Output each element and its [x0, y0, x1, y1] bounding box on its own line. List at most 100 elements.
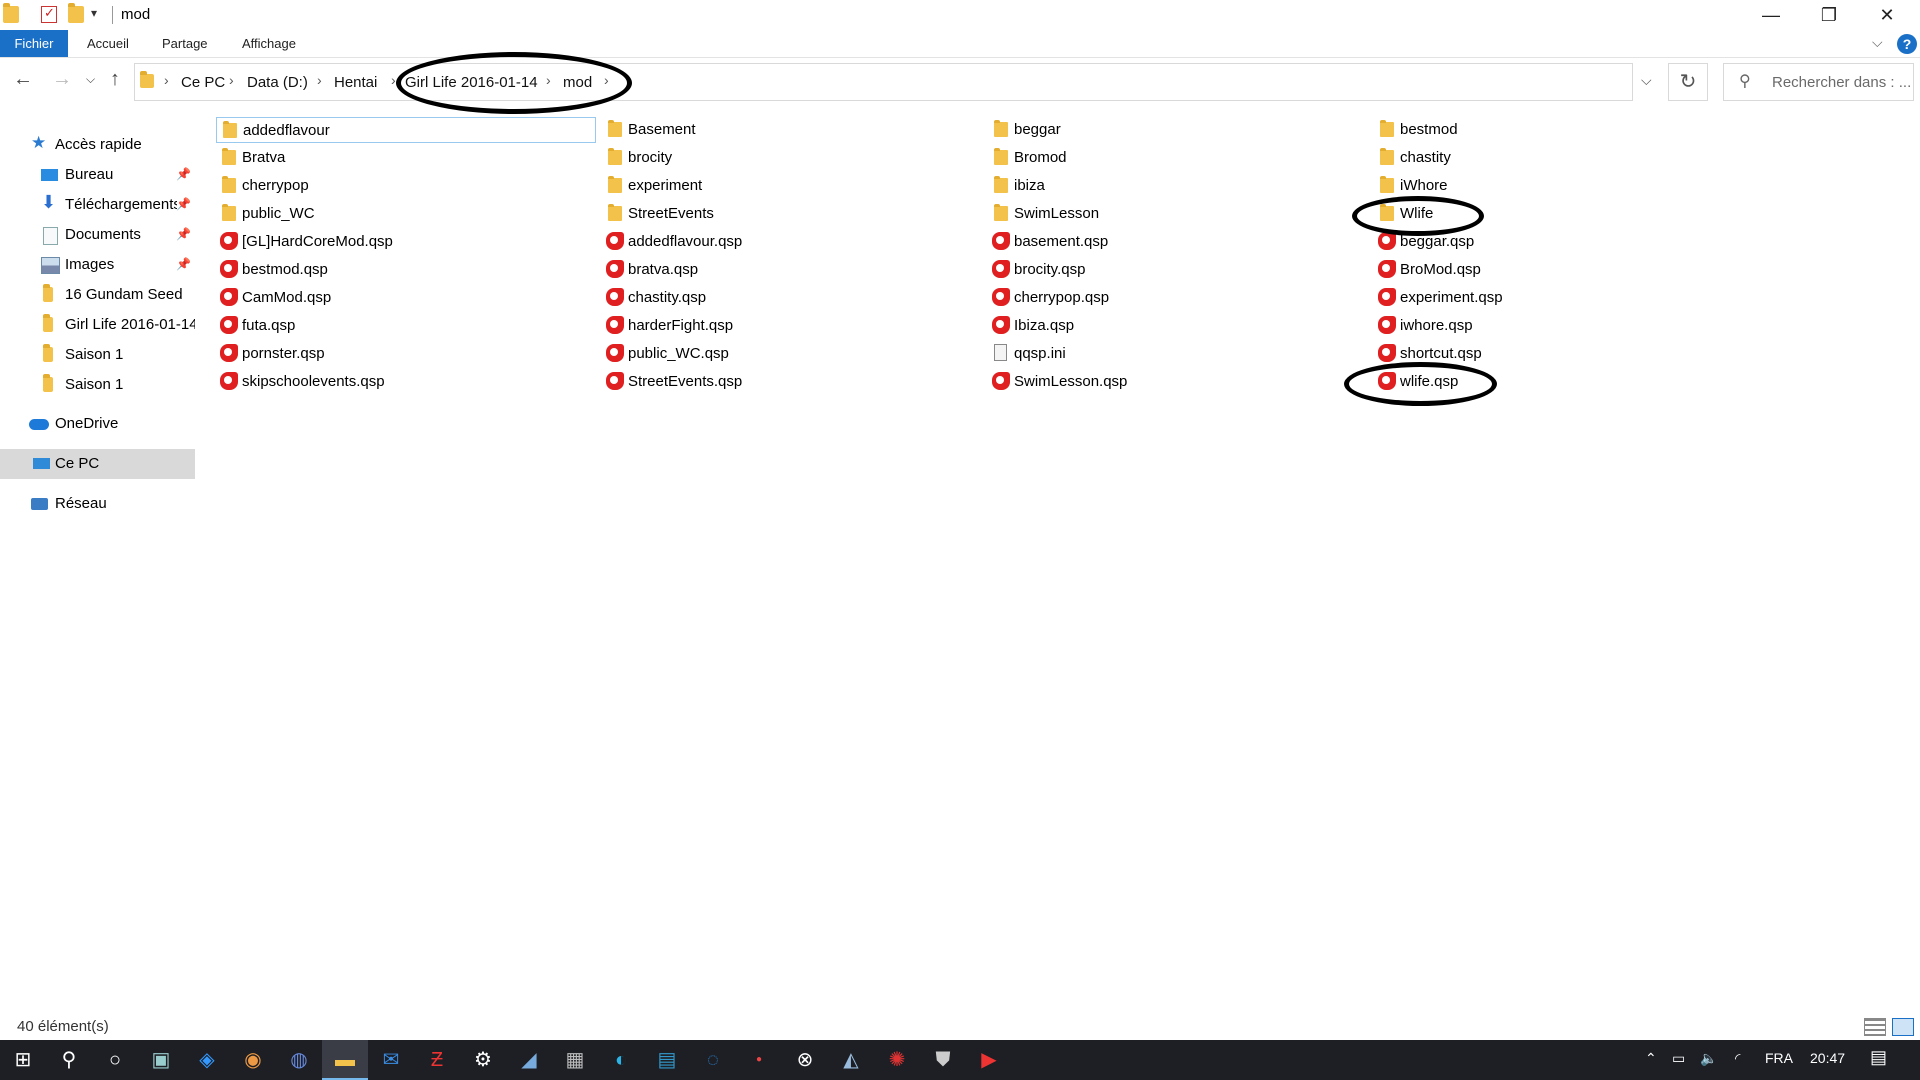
folder-item[interactable]: Basement — [602, 117, 982, 143]
tab-share[interactable]: Partage — [162, 30, 208, 57]
app-icon[interactable]: ◭ — [828, 1040, 874, 1080]
maximize-button[interactable]: ❐ — [1800, 0, 1858, 30]
breadcrumb-data-d[interactable]: Data (D:) — [247, 74, 308, 91]
chevron-right-icon[interactable]: › — [229, 72, 234, 88]
file-item[interactable]: experiment.qsp — [1374, 285, 1754, 311]
forward-arrow-icon[interactable]: → — [52, 68, 72, 91]
chevron-right-icon[interactable]: › — [317, 72, 322, 88]
sidebar-item-telechargements[interactable]: ⬇ Téléchargements 📌 — [0, 190, 195, 220]
folder-item[interactable]: Bratva — [216, 145, 596, 171]
folder-item[interactable]: ibiza — [988, 173, 1368, 199]
app-icon[interactable]: ✺ — [874, 1040, 920, 1080]
file-item[interactable]: qqsp.ini — [988, 341, 1368, 367]
up-arrow-icon[interactable]: ↑ — [110, 68, 120, 91]
folder-item[interactable]: addedflavour — [216, 117, 596, 143]
chrome-icon[interactable]: ◉ — [230, 1040, 276, 1080]
app-icon[interactable]: ⊗ — [782, 1040, 828, 1080]
file-item[interactable]: chastity.qsp — [602, 285, 982, 311]
sidebar-item-saison-1[interactable]: Saison 1 — [0, 340, 195, 370]
file-item[interactable]: bestmod.qsp — [216, 257, 596, 283]
minimize-button[interactable]: — — [1742, 0, 1800, 30]
folder-item[interactable]: beggar — [988, 117, 1368, 143]
folder-item[interactable]: chastity — [1374, 145, 1754, 171]
file-item[interactable]: skipschoolevents.qsp — [216, 369, 596, 395]
app-icon[interactable]: ◈ — [184, 1040, 230, 1080]
app-icon[interactable]: ● — [736, 1040, 782, 1080]
filezilla-icon[interactable]: Ƶ — [414, 1040, 460, 1080]
new-folder-icon[interactable] — [68, 3, 84, 23]
large-icons-view-button[interactable] — [1892, 1018, 1914, 1036]
close-button[interactable]: ✕ — [1858, 0, 1916, 30]
folder-item[interactable]: cherrypop — [216, 173, 596, 199]
clock[interactable]: 20:47 — [1810, 1050, 1845, 1066]
file-item[interactable]: futa.qsp — [216, 313, 596, 339]
volume-icon[interactable]: 🔈 — [1700, 1050, 1717, 1067]
file-item[interactable]: brocity.qsp — [988, 257, 1368, 283]
file-item[interactable]: basement.qsp — [988, 229, 1368, 255]
details-view-button[interactable] — [1864, 1018, 1886, 1036]
chevron-right-icon[interactable]: › — [391, 72, 396, 88]
wifi-icon[interactable]: ◜ — [1735, 1050, 1740, 1067]
battery-icon[interactable]: ▭ — [1672, 1050, 1685, 1067]
breadcrumb-ce-pc[interactable]: Ce PC — [181, 74, 225, 91]
folder-item[interactable]: public_WC — [216, 201, 596, 227]
tab-view[interactable]: Affichage — [242, 30, 296, 57]
ribbon-expand-icon[interactable]: ⌵ — [1872, 34, 1883, 51]
pin-icon[interactable]: 📌 — [176, 257, 191, 271]
tab-file[interactable]: Fichier — [0, 30, 68, 57]
settings-icon[interactable]: ⚙ — [460, 1040, 506, 1080]
mail-icon[interactable]: ✉ — [368, 1040, 414, 1080]
folder-item[interactable]: experiment — [602, 173, 982, 199]
sidebar-quick-access[interactable]: ★ Accès rapide — [0, 130, 195, 160]
calculator-icon[interactable]: ▦ — [552, 1040, 598, 1080]
folder-item[interactable]: StreetEvents — [602, 201, 982, 227]
file-item[interactable]: StreetEvents.qsp — [602, 369, 982, 395]
sidebar-item-reseau[interactable]: Réseau — [0, 489, 195, 519]
help-button[interactable]: ? — [1897, 34, 1917, 54]
app-icon[interactable]: ⛊ — [920, 1040, 966, 1080]
file-item[interactable]: BroMod.qsp — [1374, 257, 1754, 283]
chevron-up-icon[interactable]: ⌃ — [1645, 1050, 1657, 1067]
chevron-right-icon[interactable]: › — [164, 72, 169, 88]
pin-icon[interactable]: 📌 — [176, 167, 191, 181]
file-item[interactable]: Ibiza.qsp — [988, 313, 1368, 339]
windows-start-icon[interactable]: ⊞ — [0, 1040, 46, 1080]
edge-icon[interactable]: ◐ — [598, 1040, 644, 1080]
cortana-icon[interactable]: ○ — [92, 1040, 138, 1080]
app-icon[interactable]: ◢ — [506, 1040, 552, 1080]
app-icon[interactable]: ◌ — [690, 1040, 736, 1080]
file-item[interactable]: [GL]HardCoreMod.qsp — [216, 229, 596, 255]
sidebar-item-onedrive[interactable]: OneDrive — [0, 409, 195, 439]
sidebar-item-bureau[interactable]: Bureau 📌 — [0, 160, 195, 190]
customize-qat-icon[interactable]: ▾ — [91, 6, 97, 20]
file-item[interactable]: iwhore.qsp — [1374, 313, 1754, 339]
file-item[interactable]: harderFight.qsp — [602, 313, 982, 339]
file-item[interactable]: bratva.qsp — [602, 257, 982, 283]
sidebar-item-documents[interactable]: Documents 📌 — [0, 220, 195, 250]
search-icon[interactable]: ⚲ — [46, 1040, 92, 1080]
file-item[interactable]: cherrypop.qsp — [988, 285, 1368, 311]
sidebar-item-girl-life[interactable]: Girl Life 2016-01-14 — [0, 310, 195, 340]
folder-item[interactable]: brocity — [602, 145, 982, 171]
properties-icon[interactable] — [41, 5, 57, 23]
back-arrow-icon[interactable]: ← — [13, 68, 33, 91]
chevron-down-icon[interactable]: ⌵ — [1641, 72, 1652, 89]
sidebar-item-images[interactable]: Images 📌 — [0, 250, 195, 280]
tab-home[interactable]: Accueil — [87, 30, 129, 57]
refresh-button[interactable]: ↻ — [1668, 63, 1708, 101]
folder-item[interactable]: SwimLesson — [988, 201, 1368, 227]
sidebar-item-ce-pc[interactable]: Ce PC — [0, 449, 195, 479]
app-icon[interactable]: ◍ — [276, 1040, 322, 1080]
language-indicator[interactable]: FRA — [1765, 1050, 1793, 1066]
file-item[interactable]: addedflavour.qsp — [602, 229, 982, 255]
notifications-icon[interactable]: ▤ — [1870, 1047, 1887, 1068]
pin-icon[interactable]: 📌 — [176, 227, 191, 241]
folder-item[interactable]: iWhore — [1374, 173, 1754, 199]
app-icon[interactable]: ▤ — [644, 1040, 690, 1080]
breadcrumb-hentai[interactable]: Hentai — [334, 74, 377, 91]
task-view-icon[interactable]: ▣ — [138, 1040, 184, 1080]
file-item[interactable]: public_WC.qsp — [602, 341, 982, 367]
file-item[interactable]: SwimLesson.qsp — [988, 369, 1368, 395]
app-icon[interactable]: ▶ — [966, 1040, 1012, 1080]
file-item[interactable]: pornster.qsp — [216, 341, 596, 367]
